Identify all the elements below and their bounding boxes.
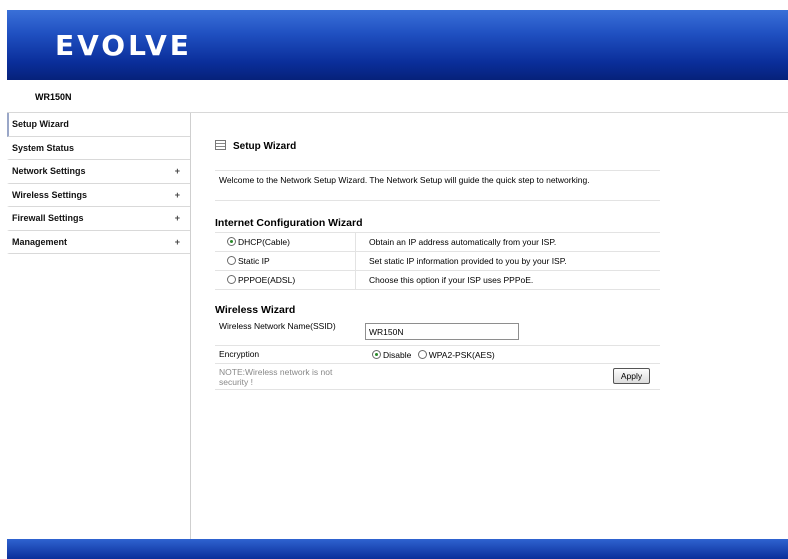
sidebar: Setup Wizard System Status Network Setti… xyxy=(7,113,191,539)
option-row-pppoe: PPPOE(ADSL) Choose this option if your I… xyxy=(215,271,660,290)
sidebar-item-label: Setup Wizard xyxy=(12,119,69,129)
page-title: Setup Wizard xyxy=(215,140,296,152)
note-row: NOTE:Wireless network is not security ! … xyxy=(215,364,660,390)
encryption-label: Encryption xyxy=(219,349,260,359)
encryption-disable-radio[interactable] xyxy=(372,350,381,359)
sidebar-item-label: Network Settings xyxy=(12,166,86,176)
encryption-row: Encryption Disable WPA2-PSK(AES) xyxy=(215,346,660,364)
model-bar: WR150N xyxy=(7,80,788,113)
ssid-row: Wireless Network Name(SSID) xyxy=(215,318,660,346)
sidebar-item-network-settings[interactable]: Network Settings + xyxy=(7,160,190,184)
internet-options-table: DHCP(Cable) Obtain an IP address automat… xyxy=(215,232,660,290)
sidebar-item-label: Management xyxy=(12,236,68,247)
sidebar-item-label: Wireless Settings xyxy=(12,189,87,200)
ssid-label: Wireless Network Name(SSID) xyxy=(219,321,336,331)
expand-plus-icon[interactable]: + xyxy=(175,231,180,254)
encryption-disable-label: Disable xyxy=(383,350,412,360)
model-name: WR150N xyxy=(35,92,72,102)
expand-plus-icon[interactable]: + xyxy=(175,184,180,207)
sidebar-item-system-status[interactable]: System Status xyxy=(7,137,190,160)
dhcp-option[interactable]: DHCP(Cable) xyxy=(227,237,290,247)
pppoe-radio[interactable] xyxy=(227,275,236,284)
encryption-wpa2-radio[interactable] xyxy=(417,350,427,359)
static-ip-description: Set static IP information provided to yo… xyxy=(355,252,660,271)
static-ip-radio[interactable] xyxy=(227,256,236,265)
footer-bar xyxy=(7,539,788,559)
static-ip-label: Static IP xyxy=(238,256,270,266)
pppoe-option[interactable]: PPPOE(ADSL) xyxy=(227,275,295,285)
dhcp-description: Obtain an IP address automatically from … xyxy=(355,233,660,252)
evolve-logo: EVOLVE xyxy=(55,29,192,62)
header-banner: EVOLVE xyxy=(7,10,788,80)
page-icon xyxy=(215,140,226,150)
welcome-text: Welcome to the Network Setup Wizard. The… xyxy=(215,170,660,201)
expand-plus-icon[interactable]: + xyxy=(175,160,180,183)
encryption-wpa2-label: WPA2-PSK(AES) xyxy=(428,350,495,360)
wireless-table: Wireless Network Name(SSID) Encryption D… xyxy=(215,318,660,390)
sidebar-item-label: Firewall Settings xyxy=(12,213,84,223)
dhcp-radio[interactable] xyxy=(227,237,236,246)
sidebar-item-setup-wizard[interactable]: Setup Wizard xyxy=(7,113,190,137)
internet-wizard-title: Internet Configuration Wizard xyxy=(215,217,363,229)
dhcp-label: DHCP(Cable) xyxy=(238,237,290,247)
sidebar-item-wireless-settings[interactable]: Wireless Settings + xyxy=(7,184,190,207)
apply-button[interactable]: Apply xyxy=(613,368,650,384)
pppoe-description: Choose this option if your ISP uses PPPo… xyxy=(355,271,660,290)
expand-plus-icon[interactable]: + xyxy=(175,207,180,230)
option-row-static-ip: Static IP Set static IP information prov… xyxy=(215,252,660,271)
sidebar-item-management[interactable]: Management + xyxy=(7,231,190,254)
sidebar-item-label: System Status xyxy=(12,142,75,153)
wireless-wizard-title: Wireless Wizard xyxy=(215,304,296,316)
sidebar-item-firewall-settings[interactable]: Firewall Settings + xyxy=(7,207,190,231)
encryption-options: Disable WPA2-PSK(AES) xyxy=(372,350,495,360)
option-row-dhcp: DHCP(Cable) Obtain an IP address automat… xyxy=(215,233,660,252)
pppoe-label: PPPOE(ADSL) xyxy=(238,275,296,285)
static-ip-option[interactable]: Static IP xyxy=(227,256,270,266)
security-note: NOTE:Wireless network is not security ! xyxy=(219,367,333,387)
page-title-text: Setup Wizard xyxy=(233,141,297,152)
ssid-input[interactable] xyxy=(365,323,519,340)
